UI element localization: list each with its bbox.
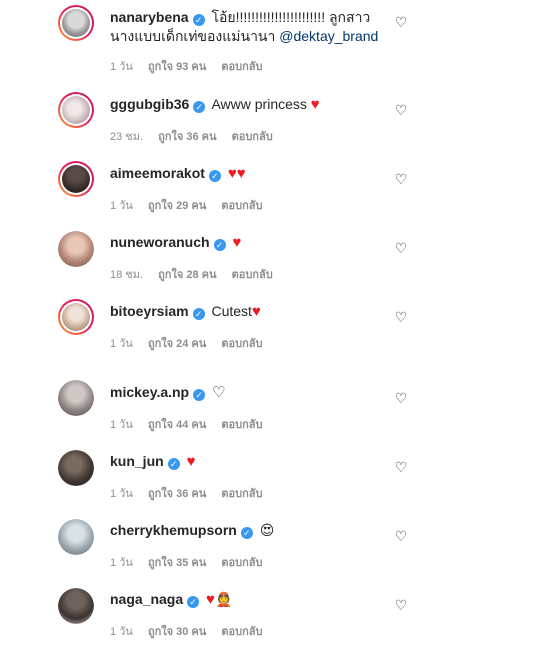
likes-count[interactable]: ถูกใจ 28 คน <box>158 269 216 281</box>
comment-text: Cutest <box>211 303 252 319</box>
comment-time: 23 ชม. <box>110 131 144 143</box>
heart-outline-icon[interactable]: ♡ <box>393 102 409 118</box>
verified-badge-icon: ✓ <box>240 527 253 539</box>
likes-count[interactable]: ถูกใจ 24 คน <box>148 338 206 350</box>
heart-outline-icon[interactable]: ♡ <box>393 171 409 187</box>
red-heart-emoji-icon: ♥ <box>236 165 246 182</box>
heart-outline-icon[interactable]: ♡ <box>393 597 409 613</box>
comment-time: 1 วัน <box>110 419 133 431</box>
comment-time: 18 ชม. <box>110 269 144 281</box>
verified-badge-icon: ✓ <box>167 458 180 470</box>
reply-button[interactable]: ตอบกลับ <box>221 200 262 212</box>
comment-username[interactable]: kun_jun <box>110 453 164 469</box>
comment-username[interactable]: nanarybena <box>110 9 189 25</box>
comment-time: 1 วัน <box>110 626 133 638</box>
likes-count[interactable]: ถูกใจ 36 คน <box>148 488 206 500</box>
heart-outline-icon[interactable]: ♡ <box>393 390 409 406</box>
reply-button[interactable]: ตอบกลับ <box>221 61 262 73</box>
heart-outline-icon[interactable]: ♡ <box>393 240 409 256</box>
heart-eyes-emoji-icon: 😍 <box>259 522 275 538</box>
verified-badge-icon: ✓ <box>213 239 226 251</box>
comment-text-continued: นางแบบเด็กเท่ของแม่นานา <box>110 28 276 44</box>
comment-time: 1 วัน <box>110 488 133 500</box>
verified-badge-icon: ✓ <box>193 389 206 401</box>
heart-outline-icon[interactable]: ♡ <box>393 459 409 475</box>
comment-username[interactable]: aimeemorakot <box>110 165 205 181</box>
avatar[interactable] <box>58 5 94 41</box>
person-emoji-icon: 👲 <box>214 591 233 607</box>
comment-text: Awww princess <box>211 96 307 112</box>
red-heart-emoji-icon: ♥ <box>227 165 237 182</box>
comment-time: 1 วัน <box>110 338 133 350</box>
heart-outline-icon[interactable]: ♡ <box>393 309 409 325</box>
comment-text: โอ้ย!!!!!!!!!!!!!!!!!!!!!!! ลูกสาว <box>211 9 371 25</box>
comment-username[interactable]: bitoeyrsiam <box>110 303 189 319</box>
comment-username[interactable]: cherrykhemupsorn <box>110 522 237 538</box>
reply-button[interactable]: ตอบกลับ <box>221 626 262 638</box>
comment-time: 1 วัน <box>110 200 133 212</box>
likes-count[interactable]: ถูกใจ 93 คน <box>148 61 206 73</box>
comment-time: 1 วัน <box>110 61 133 73</box>
heart-outline-icon[interactable]: ♡ <box>393 528 409 544</box>
likes-count[interactable]: ถูกใจ 44 คน <box>148 419 206 431</box>
likes-count[interactable]: ถูกใจ 30 คน <box>148 626 206 638</box>
comment-username[interactable]: gggubgib36 <box>110 96 189 112</box>
red-heart-emoji-icon: ♥ <box>251 303 261 320</box>
verified-badge-icon: ✓ <box>208 170 221 182</box>
reply-button[interactable]: ตอบกลับ <box>232 131 273 143</box>
reply-button[interactable]: ตอบกลับ <box>221 557 262 569</box>
mention-link[interactable]: @dektay_brand <box>279 28 378 44</box>
comment-username[interactable]: naga_naga <box>110 591 183 607</box>
avatar[interactable] <box>58 588 94 624</box>
reply-button[interactable]: ตอบกลับ <box>221 419 262 431</box>
reply-button[interactable]: ตอบกลับ <box>221 338 262 350</box>
comment-username[interactable]: mickey.a.np <box>110 384 189 400</box>
heart-outline-icon[interactable]: ♡ <box>393 14 409 30</box>
red-heart-emoji-icon: ♥ <box>186 453 196 470</box>
verified-badge-icon: ✓ <box>192 14 205 26</box>
verified-badge-icon: ✓ <box>193 101 206 113</box>
likes-count[interactable]: ถูกใจ 36 คน <box>158 131 216 143</box>
comment-time: 1 วัน <box>110 557 133 569</box>
avatar[interactable] <box>58 450 94 486</box>
reply-button[interactable]: ตอบกลับ <box>221 488 262 500</box>
reply-button[interactable]: ตอบกลับ <box>232 269 273 281</box>
red-heart-emoji-icon: ♥ <box>206 591 215 608</box>
avatar[interactable] <box>58 231 94 267</box>
likes-count[interactable]: ถูกใจ 29 คน <box>148 200 206 212</box>
avatar[interactable] <box>58 299 94 335</box>
verified-badge-icon: ✓ <box>192 308 205 320</box>
verified-badge-icon: ✓ <box>187 596 200 608</box>
likes-count[interactable]: ถูกใจ 35 คน <box>148 557 206 569</box>
white-heart-emoji-icon: ♡ <box>212 384 226 401</box>
avatar[interactable] <box>58 519 94 555</box>
comment-username[interactable]: nuneworanuch <box>110 234 210 250</box>
avatar[interactable] <box>58 380 94 416</box>
avatar[interactable] <box>58 92 94 128</box>
red-heart-emoji-icon: ♥ <box>232 234 242 251</box>
red-heart-emoji-icon: ♥ <box>310 96 320 113</box>
avatar[interactable] <box>58 161 94 197</box>
